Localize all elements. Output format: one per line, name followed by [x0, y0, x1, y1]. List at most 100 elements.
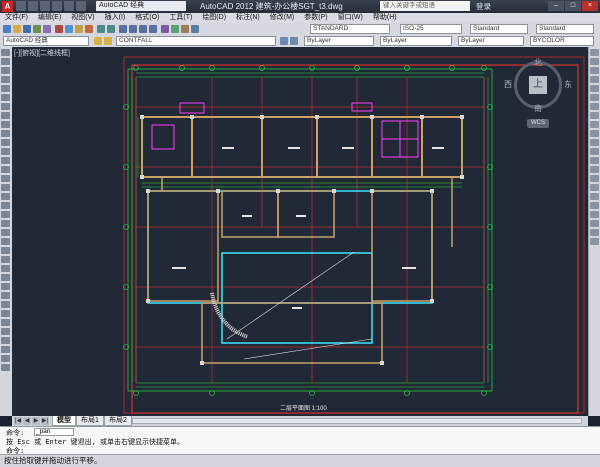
text-icon[interactable]: [590, 238, 599, 245]
offset-icon[interactable]: [1, 256, 10, 263]
dim-linear-icon[interactable]: [590, 202, 599, 209]
explode-icon[interactable]: [1, 364, 10, 371]
dim-radius-icon[interactable]: [590, 220, 599, 227]
autocad-logo-icon[interactable]: A: [2, 1, 13, 12]
menu-dimension[interactable]: 标注(N): [231, 13, 265, 23]
menu-draw[interactable]: 绘图(D): [197, 13, 231, 23]
menu-modify[interactable]: 修改(M): [265, 13, 300, 23]
zoom-window-icon[interactable]: [139, 25, 147, 33]
construction-line-icon[interactable]: [1, 58, 10, 65]
menu-tools[interactable]: 工具(T): [164, 13, 197, 23]
text-style-select[interactable]: STANDARD: [310, 24, 390, 34]
join-icon[interactable]: [1, 337, 10, 344]
tab-layout1[interactable]: 布局1: [76, 416, 104, 426]
insert-block-icon[interactable]: [1, 148, 10, 155]
tool-palettes-icon[interactable]: [181, 25, 189, 33]
ellipse-icon[interactable]: [1, 130, 10, 137]
copy-icon[interactable]: [590, 58, 599, 65]
explode-icon[interactable]: [590, 193, 599, 200]
viewport-label[interactable]: [-][俯视][二维线框]: [14, 48, 70, 58]
fillet-icon[interactable]: [590, 184, 599, 191]
gradient-icon[interactable]: [1, 184, 10, 191]
layer-previous-icon[interactable]: [290, 37, 298, 45]
scale-icon[interactable]: [590, 112, 599, 119]
rectangle-icon[interactable]: [1, 85, 10, 92]
viewcube-south[interactable]: 南: [534, 103, 542, 114]
dim-style-select[interactable]: ISO-25: [400, 24, 462, 34]
plot-icon[interactable]: [33, 25, 41, 33]
undo-icon[interactable]: [64, 1, 74, 11]
viewcube-east[interactable]: 东: [564, 79, 572, 90]
stretch-icon[interactable]: [1, 301, 10, 308]
undo-icon[interactable]: [97, 25, 105, 33]
cut-icon[interactable]: [55, 25, 63, 33]
break-icon[interactable]: [590, 157, 599, 164]
move-icon[interactable]: [1, 274, 10, 281]
new-icon[interactable]: [16, 1, 26, 11]
scale-icon[interactable]: [1, 292, 10, 299]
properties-icon[interactable]: [161, 25, 169, 33]
polygon-icon[interactable]: [1, 76, 10, 83]
menu-view[interactable]: 视图(V): [66, 13, 99, 23]
save-icon[interactable]: [40, 1, 50, 11]
mirror-icon[interactable]: [590, 67, 599, 74]
hatch-icon[interactable]: [1, 175, 10, 182]
horizontal-scrollbar[interactable]: [132, 418, 582, 424]
tab-model[interactable]: 模型: [52, 416, 76, 426]
polyline-icon[interactable]: [1, 67, 10, 74]
viewcube-west[interactable]: 西: [504, 79, 512, 90]
save-icon[interactable]: [23, 25, 31, 33]
drawing-viewport[interactable]: [-][俯视][二维线框] 二层平面图 1:100 上 北 南 西 东 WCS: [12, 47, 588, 416]
menu-edit[interactable]: 编辑(E): [33, 13, 66, 23]
color-select[interactable]: ByLayer: [304, 36, 374, 46]
match-properties-icon[interactable]: [85, 25, 93, 33]
region-icon[interactable]: [1, 193, 10, 200]
trim-icon[interactable]: [1, 310, 10, 317]
login-button[interactable]: 登录: [476, 0, 491, 13]
table-style-select[interactable]: Standard: [470, 24, 528, 34]
workspace-dropdown[interactable]: AutoCAD 经典: [96, 1, 186, 11]
menu-window[interactable]: 窗口(W): [333, 13, 368, 23]
plotstyle-select[interactable]: BYCOLOR: [530, 36, 594, 46]
chamfer-icon[interactable]: [1, 346, 10, 353]
move-icon[interactable]: [590, 94, 599, 101]
join-icon[interactable]: [590, 166, 599, 173]
minimize-icon[interactable]: –: [548, 1, 564, 11]
add-selected-icon[interactable]: [1, 220, 10, 227]
wcs-menu[interactable]: WCS: [527, 119, 549, 128]
saveas-icon[interactable]: [52, 1, 62, 11]
layer-manager-icon[interactable]: [94, 37, 102, 45]
array-icon[interactable]: [1, 265, 10, 272]
design-center-icon[interactable]: [171, 25, 179, 33]
dim-aligned-icon[interactable]: [590, 211, 599, 218]
redo-icon[interactable]: [107, 25, 115, 33]
stretch-icon[interactable]: [590, 121, 599, 128]
close-icon[interactable]: ×: [582, 1, 598, 11]
open-icon[interactable]: [28, 1, 38, 11]
break-at-point-icon[interactable]: [590, 148, 599, 155]
layer-select[interactable]: CONTFALL: [116, 36, 276, 46]
mtext-icon[interactable]: [1, 211, 10, 218]
copy-object-icon[interactable]: [1, 238, 10, 245]
preview-icon[interactable]: [43, 25, 51, 33]
tab-layout2[interactable]: 布局2: [104, 416, 132, 426]
viewcube[interactable]: 上 北 南 西 东 WCS: [504, 58, 572, 129]
tab-last-icon[interactable]: ▶|: [41, 417, 49, 425]
point-icon[interactable]: [1, 166, 10, 173]
menu-file[interactable]: 文件(F): [0, 13, 33, 23]
zoom-previous-icon[interactable]: [149, 25, 157, 33]
menu-format[interactable]: 格式(O): [130, 13, 164, 23]
circle-icon[interactable]: [1, 103, 10, 110]
line-icon[interactable]: [1, 49, 10, 56]
workspace-select[interactable]: AutoCAD 经典: [3, 36, 89, 46]
make-block-icon[interactable]: [1, 157, 10, 164]
erase-icon[interactable]: [1, 229, 10, 236]
extend-icon[interactable]: [1, 319, 10, 326]
ellipse-arc-icon[interactable]: [1, 139, 10, 146]
rotate-icon[interactable]: [1, 283, 10, 290]
pan-icon[interactable]: [119, 25, 127, 33]
fillet-icon[interactable]: [1, 355, 10, 362]
break-icon[interactable]: [1, 328, 10, 335]
extend-icon[interactable]: [590, 139, 599, 146]
tab-prev-icon[interactable]: ◀: [23, 417, 31, 425]
